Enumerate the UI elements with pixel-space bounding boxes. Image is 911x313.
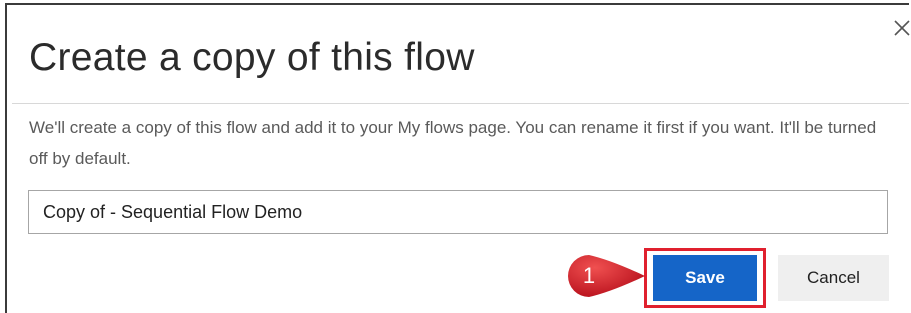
close-icon [894, 20, 910, 36]
close-button[interactable] [891, 17, 911, 39]
cancel-button[interactable]: Cancel [778, 255, 889, 301]
dialog-description: We'll create a copy of this flow and add… [29, 118, 877, 168]
save-button[interactable]: Save [653, 255, 757, 301]
title-divider [12, 103, 909, 104]
step-number: 1 [582, 263, 596, 288]
dialog-title: Create a copy of this flow [29, 36, 475, 79]
flow-name-input[interactable] [28, 190, 888, 234]
